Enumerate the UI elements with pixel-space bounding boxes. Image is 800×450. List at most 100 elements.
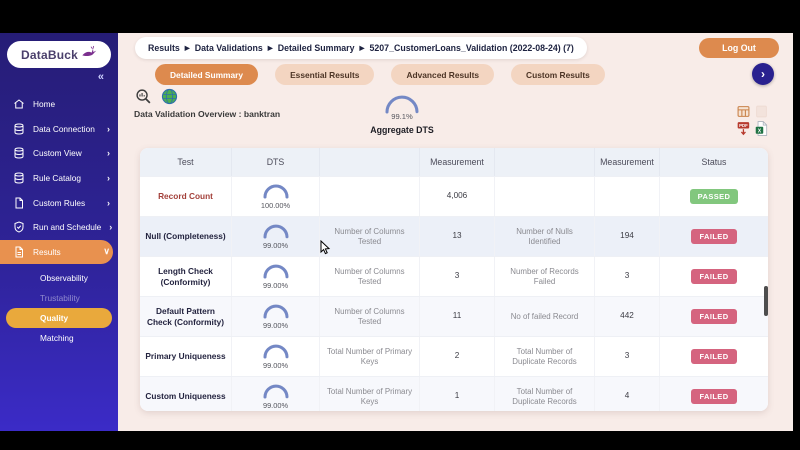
tab-detailed-summary[interactable]: Detailed Summary [155,64,259,85]
table-row: Record Count 100.00% 4,006 PASSED [140,176,768,216]
chevron-icon: ∨ [103,246,110,257]
column-header-measurement: Measurement [420,148,495,176]
breadcrumb-part[interactable]: 5207_CustomerLoans_Validation (2022-08-2… [370,43,574,53]
measurement2-label-cell: Total Number of Duplicate Records [495,377,595,411]
results-table-card: Test DTS Measurement Measurement Status Reco… [140,148,768,411]
breadcrumb-part[interactable]: Detailed Summary [278,43,355,53]
measurement1-value-cell: 1 [420,377,495,411]
sidebar-collapse-button[interactable]: « [0,68,118,83]
pdf-download-icon[interactable]: PDF [737,121,750,136]
scrollbar-thumb[interactable] [764,286,768,316]
status-cell: PASSED [660,177,768,216]
breadcrumb-separator-icon: ▶ [359,45,365,52]
status-badge: FAILED [691,268,737,285]
dts-gauge-value: 99.00% [262,400,289,410]
sidebar-item-label: Rule Catalog [33,173,81,184]
database-icon [13,123,25,135]
column-header [495,148,595,176]
tab-advanced-results[interactable]: Advanced Results [391,64,495,85]
sidebar-item-label: Results [33,246,61,257]
sidebar-subitem-trustability[interactable]: Trustability [0,288,118,308]
table-row: Length Check (Conformity) 99.00% Number of… [140,256,768,296]
sheet-disabled-icon[interactable] [755,105,768,118]
tab-custom-results[interactable]: Custom Results [511,64,605,85]
measurement1-label-cell: Total Number of Primary Keys [320,337,420,376]
sidebar-subitem-label: Observability [40,273,88,284]
sidebar-nav: Home Data Connection › Custom View › Rule Cat… [0,92,118,265]
status-cell: FAILED [660,377,768,411]
dts-gauge-value: 99.00% [262,280,289,290]
measurement2-value-cell: 3 [595,257,660,296]
sidebar-subitem-quality[interactable]: Quality [6,308,112,329]
sidebar-item-run-and-schedule[interactable]: Run and Schedule › [0,215,118,240]
status-cell: FAILED [660,337,768,376]
table-row: Null (Completeness) 99.00% Number of Colum… [140,216,768,256]
table-body: Record Count 100.00% 4,006 PASSED Null (Comp… [140,176,768,411]
table-export-icon[interactable] [737,105,750,118]
shield-icon [13,221,25,233]
dts-gauge-cell: 99.00% [232,257,320,296]
sidebar-item-rule-catalog[interactable]: Rule Catalog › [0,166,118,191]
home-icon [13,98,25,110]
breadcrumb-part[interactable]: Results [148,43,180,53]
measurement1-label-cell: Number of Columns Tested [320,297,420,336]
measurement2-label-cell [495,177,595,216]
measurement2-label-cell: Number of Nulls Identified [495,217,595,256]
dts-gauge-cell: 99.00% [232,297,320,336]
measurement1-value-cell: 2 [420,337,495,376]
table-header: Test DTS Measurement Measurement Status [140,148,768,176]
logo-text: DataBuck [21,47,78,62]
sidebar-item-data-connection[interactable]: Data Connection › [0,117,118,142]
sidebar-item-label: Data Connection [33,123,95,134]
screenshot-stage: DataBuck « Home Data Connection › Custom Vi… [0,0,800,450]
dts-gauge-value: 99.00% [262,240,289,250]
tab-essential-results[interactable]: Essential Results [275,64,375,85]
dts-gauge-cell: 99.00% [232,377,320,411]
measurement2-value-cell: 442 [595,297,660,336]
status-badge: FAILED [691,388,737,405]
globe-icon[interactable] [161,88,178,105]
logout-button[interactable]: Log Out [699,38,779,58]
dts-gauge-cell: 99.00% [232,217,320,256]
aggregate-dts-gauge: 99.1% Aggregate DTS [367,94,437,135]
breadcrumb-part[interactable]: Data Validations [195,43,263,53]
breadcrumb-separator-icon: ▶ [184,45,190,52]
chevron-icon: › [107,197,110,208]
table-row: Custom Uniqueness 99.00% Total Number of P… [140,376,768,411]
sidebar-item-home[interactable]: Home [0,92,118,117]
report-icon [13,246,25,258]
measurement2-value-cell: 4 [595,377,660,411]
column-header-test: Test [140,148,232,176]
sidebar-item-results[interactable]: Results ∨ [0,239,113,265]
status-cell: FAILED [660,217,768,256]
status-badge: PASSED [689,188,739,205]
sidebar-subitem-label: Quality [40,313,69,324]
sidebar-subitem-label: Trustability [40,293,80,304]
measurement1-value-cell: 13 [420,217,495,256]
databuck-logo[interactable]: DataBuck [7,41,111,68]
column-header-dts: DTS [232,148,320,176]
measurement1-label-cell: Number of Columns Tested [320,257,420,296]
sidebar-item-custom-rules[interactable]: Custom Rules › [0,190,118,215]
sidebar-item-custom-view[interactable]: Custom View › [0,141,118,166]
column-header-measurement: Measurement [595,148,660,176]
sidebar-subitem-observability[interactable]: Observability [0,268,118,288]
measurement1-value-cell: 11 [420,297,495,336]
measurement2-label-cell: Number of Records Failed [495,257,595,296]
zoom-chart-icon[interactable] [135,88,152,105]
sidebar-subitem-matching[interactable]: Matching [0,328,118,348]
aggregate-gauge-label: Aggregate DTS [370,125,434,135]
tabs-next-button[interactable]: › [752,63,774,85]
test-name-cell: Null (Completeness) [140,217,232,256]
measurement1-value-cell: 3 [420,257,495,296]
breadcrumb: Results ▶ Data Validations ▶ Detailed Summar… [135,37,587,59]
dts-gauge-value: 99.00% [262,360,289,370]
database-icon [13,172,25,184]
measurement2-value-cell: 194 [595,217,660,256]
measurement2-value-cell: 3 [595,337,660,376]
aggregate-gauge-value: 99.1% [391,112,413,121]
export-toolbar: PDF X [737,105,771,137]
excel-download-icon[interactable]: X [755,121,768,136]
app-window: DataBuck « Home Data Connection › Custom Vi… [0,33,793,431]
status-cell: FAILED [660,257,768,296]
